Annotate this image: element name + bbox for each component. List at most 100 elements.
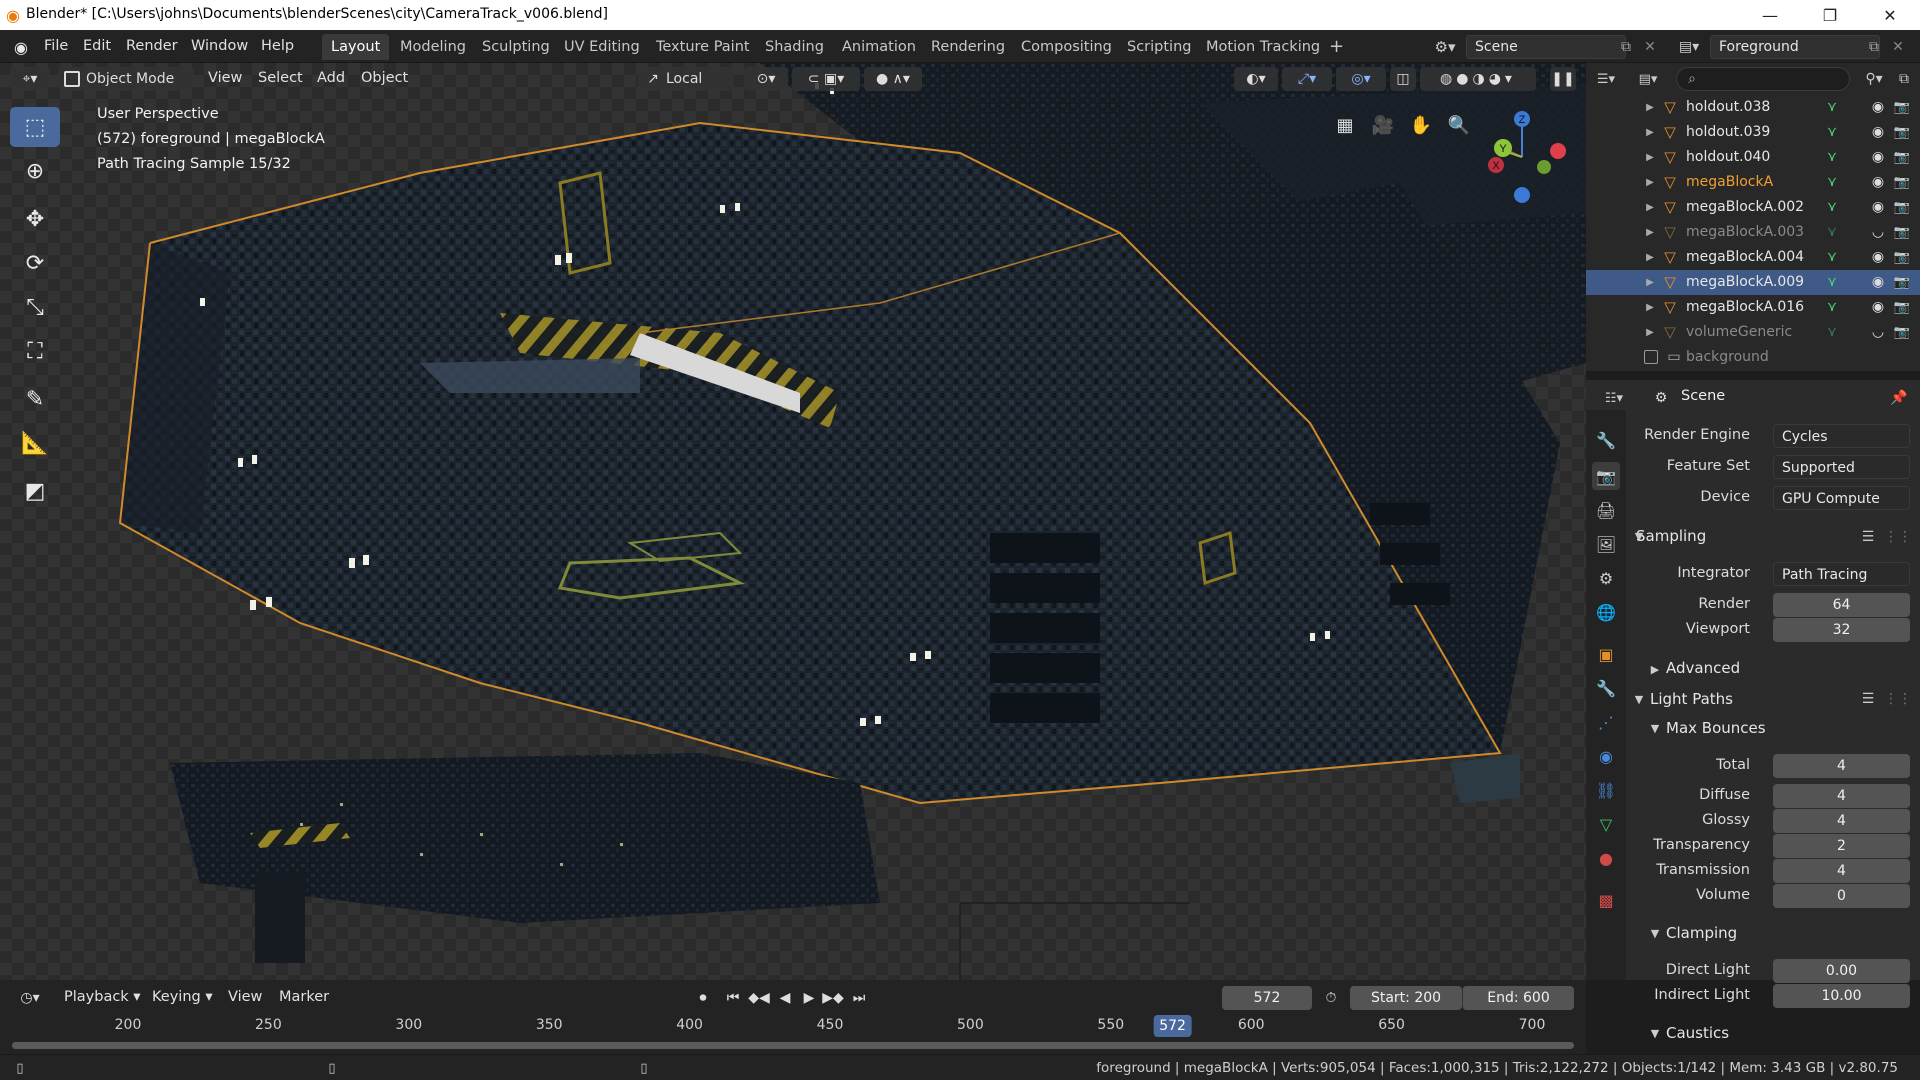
timeline-scrollbar[interactable] [12, 1042, 1574, 1049]
cursor-tool-icon[interactable]: ⊕ [10, 151, 60, 191]
mode-dropdown[interactable]: Object Mode [58, 67, 194, 91]
light-paths-chevron-icon[interactable]: ▼ [1634, 691, 1644, 707]
caustics-chevron-icon[interactable]: ▼ [1650, 1025, 1660, 1041]
measure-tool-icon[interactable]: 📐 [10, 423, 60, 463]
timeline-scrollbar-thumb[interactable] [12, 1042, 1574, 1049]
navigation-gizmo[interactable]: Z Y X [1470, 105, 1580, 215]
transparency-bounces-field[interactable]: 2 [1773, 834, 1910, 858]
expand-chevron-icon[interactable]: ▶ [1644, 170, 1656, 195]
render-camera-icon[interactable]: 📷 [1892, 245, 1912, 270]
tab-sculpting[interactable]: Sculpting [473, 34, 559, 60]
tab-modeling[interactable]: Modeling [391, 34, 475, 60]
advanced-panel-header[interactable]: Advanced [1666, 659, 1740, 677]
sampling-panel-header[interactable]: Sampling [1636, 527, 1706, 545]
sampling-chevron-icon[interactable]: ▼ [1634, 528, 1644, 544]
outliner-row[interactable]: ▶ ▽ megaBlockA ⋎ ◉ 📷 [1586, 170, 1920, 195]
expand-chevron-icon[interactable]: ▶ [1644, 195, 1656, 220]
render-camera-icon[interactable]: 📷 [1892, 320, 1912, 345]
prev-keyframe-icon[interactable]: ◆◀ [746, 986, 772, 1010]
light-paths-presets-icon[interactable]: ☰ [1856, 689, 1880, 709]
transform-orientation-dropdown[interactable]: ↗ Local [638, 67, 734, 91]
xray-toggle-icon[interactable]: ◫ [1390, 67, 1416, 91]
mesh-data-icon[interactable]: ⋎ [1822, 295, 1842, 320]
proportional-edit-icon[interactable]: ● ∧▾ [864, 67, 922, 91]
menu-edit[interactable]: Edit [75, 30, 119, 63]
render-camera-icon[interactable]: 📷 [1892, 220, 1912, 245]
pan-view-icon[interactable]: ✋ [1408, 112, 1434, 138]
play-reverse-icon[interactable]: ◀ [772, 986, 798, 1010]
feature-set-dropdown[interactable]: Supported [1773, 455, 1910, 479]
constraints-tab-icon[interactable]: ⛓ [1592, 776, 1620, 804]
start-frame-field[interactable]: Start: 200 [1350, 986, 1462, 1010]
integrator-dropdown[interactable]: Path Tracing [1773, 562, 1910, 586]
outliner-row[interactable]: ▶ ▽ holdout.038 ⋎ ◉ 📷 [1586, 95, 1920, 120]
tab-layout[interactable]: Layout [322, 34, 390, 60]
mesh-data-icon[interactable]: ⋎ [1822, 95, 1842, 120]
viewport-menu-view[interactable]: View [208, 63, 242, 93]
caustics-panel-header[interactable]: Caustics [1666, 1024, 1729, 1042]
move-tool-icon[interactable]: ✥ [10, 199, 60, 239]
mesh-data-icon[interactable]: ⋎ [1822, 320, 1842, 345]
tab-motion-tracking[interactable]: Motion Tracking [1197, 34, 1329, 60]
add-cube-tool-icon[interactable]: ◩ [10, 471, 60, 511]
end-frame-field[interactable]: End: 600 [1462, 986, 1574, 1010]
tab-shading[interactable]: Shading [756, 34, 833, 60]
outliner-row[interactable]: ▶ ▽ megaBlockA.016 ⋎ ◉ 📷 [1586, 295, 1920, 320]
scene-browse-icon[interactable]: ⚙▾ [1428, 35, 1462, 59]
jump-end-icon[interactable]: ⏭ [846, 986, 872, 1010]
new-collection-icon[interactable]: ⧉ [1892, 67, 1916, 91]
preview-range-icon[interactable]: ⏱ [1318, 986, 1344, 1010]
pivot-point-icon[interactable]: ⊙▾ [744, 67, 788, 91]
outliner-row[interactable]: ▶ ▽ megaBlockA.002 ⋎ ◉ 📷 [1586, 195, 1920, 220]
view-layer-tab-icon[interactable]: 🖼 [1592, 530, 1620, 558]
eye-closed-icon[interactable]: ◡ [1868, 220, 1888, 245]
scene-name-field[interactable]: Scene [1466, 35, 1626, 59]
eye-icon[interactable]: ◉ [1868, 120, 1888, 145]
render-camera-icon[interactable]: 📷 [1892, 120, 1912, 145]
overlay-toggle-icon[interactable]: ◎▾ [1336, 67, 1386, 91]
light-paths-panel-header[interactable]: Light Paths [1650, 690, 1733, 708]
delete-view-layer-icon[interactable]: ✕ [1888, 35, 1908, 59]
tab-compositing[interactable]: Compositing [1012, 34, 1121, 60]
viewport-menu-object[interactable]: Object [361, 63, 408, 93]
minimize-button[interactable]: — [1740, 0, 1800, 30]
texture-tab-icon[interactable]: ▩ [1592, 886, 1620, 914]
gizmo-toggle-icon[interactable]: ⤢▾ [1282, 67, 1332, 91]
annotate-tool-icon[interactable]: ✎ [10, 379, 60, 419]
volume-bounces-field[interactable]: 0 [1773, 884, 1910, 908]
close-window-button[interactable]: ✕ [1860, 0, 1920, 30]
zoom-view-icon[interactable]: 🔍 [1446, 112, 1472, 138]
render-tab-icon[interactable]: 📷 [1592, 462, 1620, 490]
mesh-data-icon[interactable]: ⋎ [1822, 220, 1842, 245]
modifier-tab-icon[interactable]: 🔧 [1592, 674, 1620, 702]
current-frame-field[interactable]: 572 [1222, 986, 1312, 1010]
tab-animation[interactable]: Animation [833, 34, 925, 60]
total-bounces-field[interactable]: 4 [1773, 754, 1910, 778]
maximize-button[interactable]: ❐ [1800, 0, 1860, 30]
camera-view-icon[interactable]: 🎥 [1370, 112, 1396, 138]
timeline-menu-playback[interactable]: Playback ▾ [64, 982, 141, 1012]
material-tab-icon[interactable]: ● [1592, 844, 1620, 872]
advanced-chevron-icon[interactable]: ▶ [1650, 661, 1660, 677]
tab-rendering[interactable]: Rendering [922, 34, 1014, 60]
render-samples-field[interactable]: 64 [1773, 593, 1910, 617]
clamping-panel-header[interactable]: Clamping [1666, 924, 1737, 942]
expand-chevron-icon[interactable]: ▶ [1644, 145, 1656, 170]
world-tab-icon[interactable]: 🌐 [1592, 598, 1620, 626]
delete-scene-icon[interactable]: ✕ [1640, 35, 1660, 59]
tab-texture-paint[interactable]: Texture Paint [647, 34, 759, 60]
timeline-ruler[interactable]: 200 250 300 350 400 450 500 550 600 650 700 572 [0, 1014, 1586, 1038]
record-icon[interactable]: ⏺ [690, 986, 716, 1010]
properties-editor-type-icon[interactable]: ☷▾ [1596, 386, 1632, 410]
new-view-layer-icon[interactable]: ⧉ [1862, 35, 1886, 59]
menu-file[interactable]: File [36, 30, 76, 63]
blender-menu-icon[interactable]: ◉ [10, 37, 32, 57]
playhead-indicator[interactable]: 572 [1153, 1015, 1192, 1037]
physics-tab-icon[interactable]: ◉ [1592, 742, 1620, 770]
expand-chevron-icon[interactable]: ▶ [1644, 220, 1656, 245]
outliner-row[interactable]: ▶ ▽ volumeGeneric ⋎ ◡ 📷 [1586, 320, 1920, 345]
direct-light-field[interactable]: 0.00 [1773, 959, 1910, 983]
max-bounces-panel-header[interactable]: Max Bounces [1666, 719, 1766, 737]
expand-chevron-icon[interactable]: ▶ [1644, 245, 1656, 270]
render-camera-icon[interactable]: 📷 [1892, 295, 1912, 320]
